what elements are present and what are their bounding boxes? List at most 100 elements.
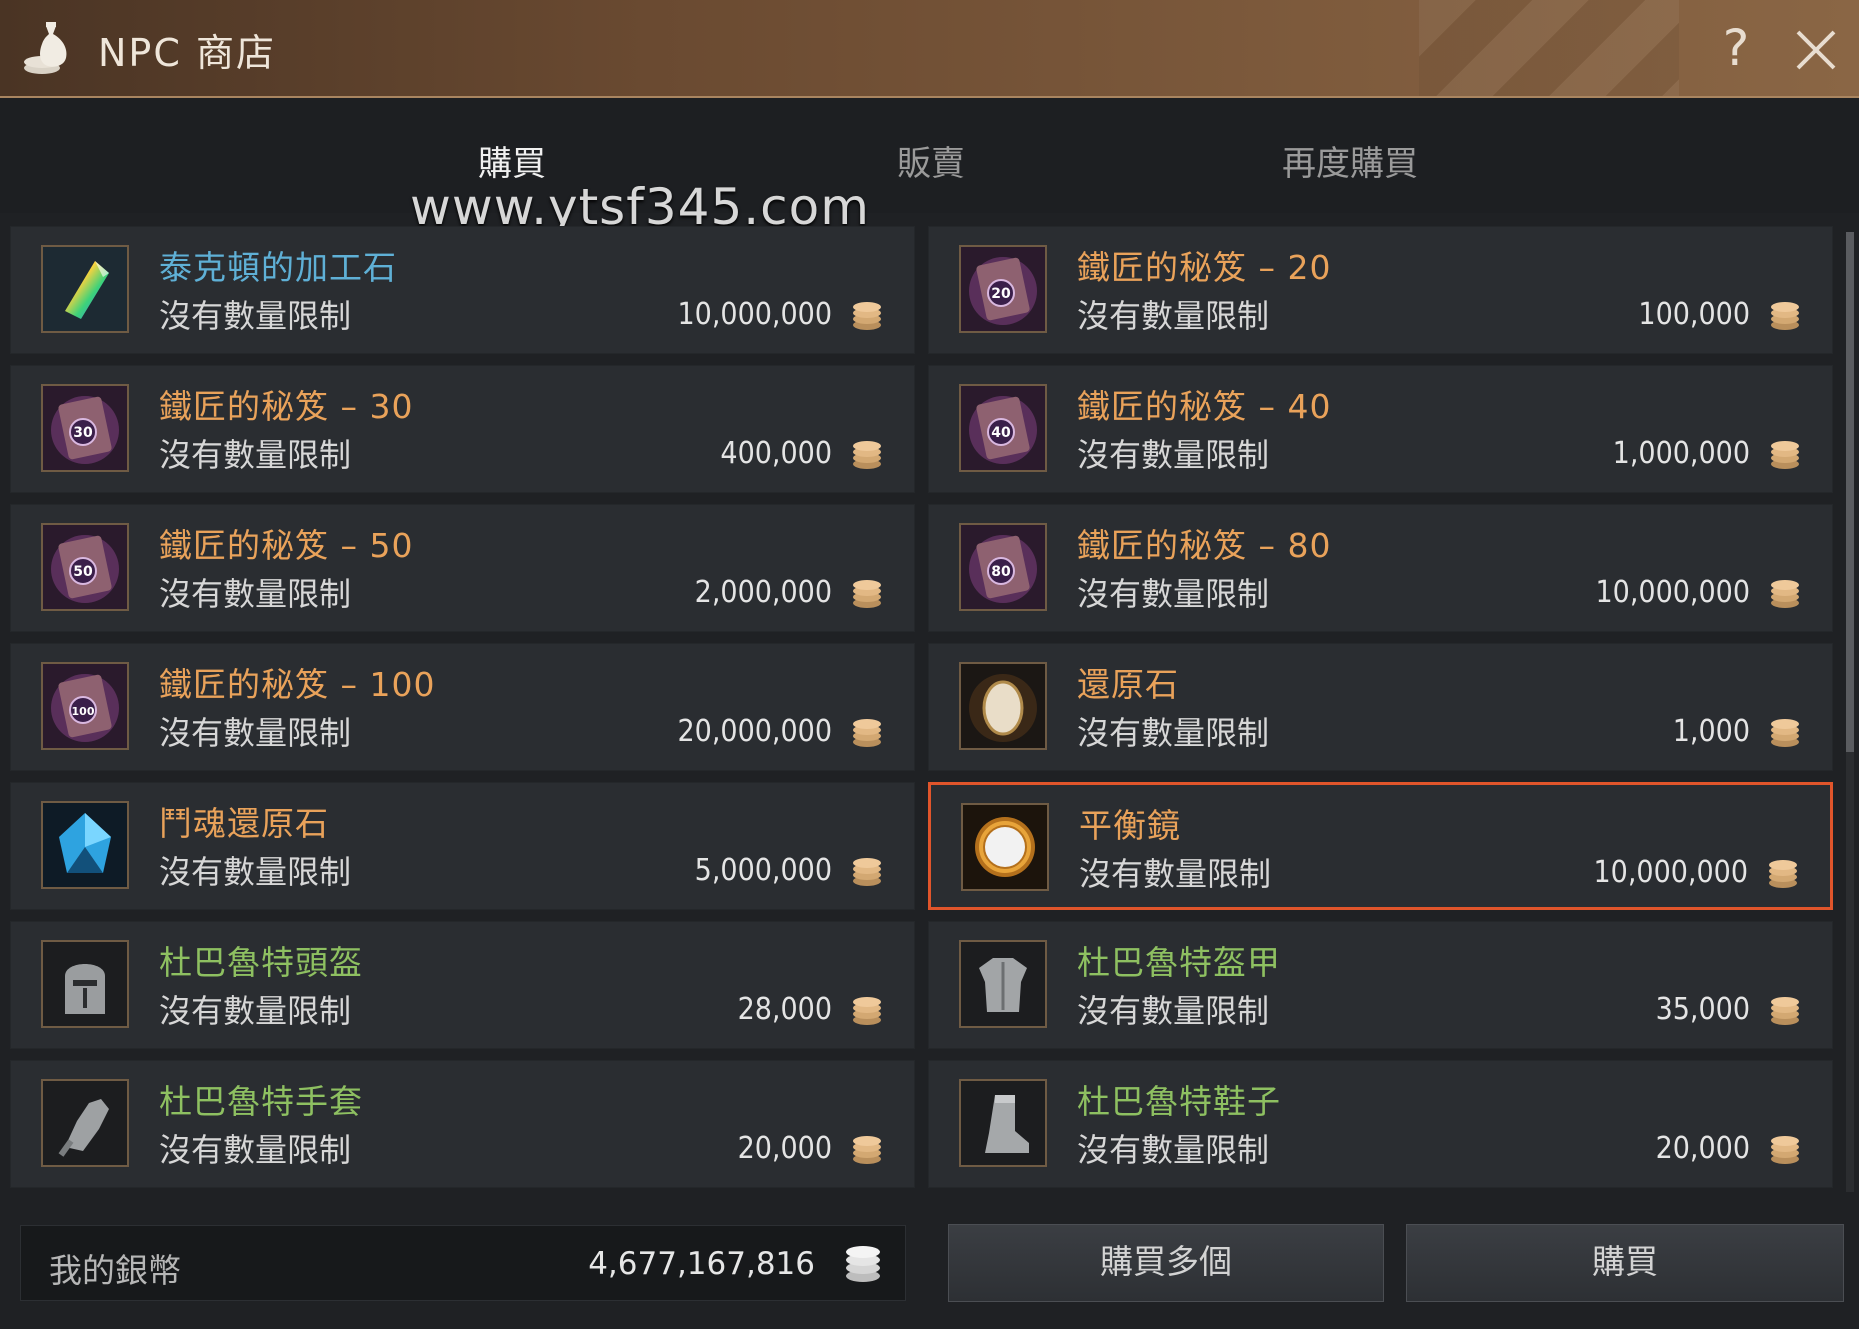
scrollbar-thumb[interactable] — [1846, 232, 1854, 752]
coin-stack-icon — [853, 858, 881, 886]
shop-item[interactable]: 杜巴魯特盔甲 沒有數量限制 35,000 — [928, 921, 1833, 1049]
item-price: 1,000 — [1672, 714, 1750, 749]
svg-text:50: 50 — [73, 564, 93, 580]
tab-rebuy[interactable]: 再度購買 — [1220, 136, 1480, 185]
shop-item[interactable]: 杜巴魯特手套 沒有數量限制 20,000 — [10, 1060, 915, 1188]
item-price: 1,000,000 — [1612, 436, 1750, 471]
item-name: 鐵匠的秘笈 – 50 — [159, 526, 414, 565]
item-price: 2,000,000 — [694, 575, 832, 610]
shop-item[interactable]: 還原石沒有數量限制 1,000 — [928, 643, 1833, 771]
item-price: 400,000 — [720, 436, 832, 471]
mirror-icon — [961, 803, 1049, 891]
item-quantity-limit: 沒有數量限制 — [1077, 436, 1270, 474]
buy-button[interactable]: 購買 — [1406, 1224, 1844, 1302]
item-quantity-limit: 沒有數量限制 — [159, 853, 352, 891]
coin-stack-icon — [853, 719, 881, 747]
shop-item[interactable]: 40 鐵匠的秘笈 – 40 沒有數量限制 1,000,000 — [928, 365, 1833, 493]
shop-item[interactable]: 80 鐵匠的秘笈 – 80 沒有數量限制 10,000,000 — [928, 504, 1833, 632]
armor-icon — [959, 940, 1047, 1028]
svg-text:100: 100 — [72, 705, 95, 718]
book-icon: 50 — [41, 523, 129, 611]
scrollbar[interactable] — [1846, 232, 1854, 1192]
item-price: 20,000 — [737, 1131, 832, 1166]
coin-stack-icon — [1771, 997, 1799, 1025]
item-quantity-limit: 沒有數量限制 — [159, 297, 352, 335]
item-price: 10,000,000 — [1593, 855, 1748, 890]
item-name: 杜巴魯特頭盔 — [159, 943, 363, 982]
coin-stack-icon — [1771, 302, 1799, 330]
wallet-panel: 我的銀幣 4,677,167,816 — [20, 1225, 906, 1301]
buy-multiple-button[interactable]: 購買多個 — [948, 1224, 1384, 1302]
shop-item[interactable]: 平衡鏡沒有數量限制 10,000,000 — [928, 782, 1833, 910]
help-button[interactable]: ? — [1708, 18, 1764, 78]
item-price: 5,000,000 — [694, 853, 832, 888]
shop-item[interactable]: 鬥魂還原石沒有數量限制 5,000,000 — [10, 782, 915, 910]
wallet-label: 我的銀幣 — [49, 1251, 181, 1290]
item-quantity-limit: 沒有數量限制 — [1077, 1131, 1270, 1169]
item-name: 鐵匠的秘笈 – 20 — [1077, 248, 1332, 287]
shop-item[interactable]: 20 鐵匠的秘笈 – 20 沒有數量限制 100,000 — [928, 226, 1833, 354]
item-price: 20,000 — [1655, 1131, 1750, 1166]
item-price: 10,000,000 — [677, 297, 832, 332]
item-name: 還原石 — [1077, 665, 1179, 704]
item-name: 杜巴魯特鞋子 — [1077, 1082, 1281, 1121]
item-price: 35,000 — [1655, 992, 1750, 1027]
item-grid: 泰克頓的加工石 沒有數量限制 10,000,000 20 鐵匠的秘笈 – 20 沒有數量限… — [10, 226, 1840, 1196]
book-icon: 80 — [959, 523, 1047, 611]
svg-text:40: 40 — [991, 425, 1011, 441]
coin-stack-icon — [1771, 719, 1799, 747]
item-quantity-limit: 沒有數量限制 — [1077, 714, 1270, 752]
item-name: 鐵匠的秘笈 – 30 — [159, 387, 414, 426]
item-quantity-limit: 沒有數量限制 — [159, 714, 352, 752]
shop-item[interactable]: 杜巴魯特頭盔 沒有數量限制 28,000 — [10, 921, 915, 1049]
close-icon — [1796, 30, 1836, 70]
coin-stack-icon — [1771, 580, 1799, 608]
item-quantity-limit: 沒有數量限制 — [1079, 855, 1272, 893]
item-name: 杜巴魯特盔甲 — [1077, 943, 1281, 982]
item-name: 鐵匠的秘笈 – 80 — [1077, 526, 1332, 565]
item-name: 泰克頓的加工石 — [159, 248, 397, 287]
shop-item[interactable]: 泰克頓的加工石 沒有數量限制 10,000,000 — [10, 226, 915, 354]
svg-text:80: 80 — [991, 564, 1011, 580]
shop-item[interactable]: 30 鐵匠的秘笈 – 30 沒有數量限制 400,000 — [10, 365, 915, 493]
wallet-amount: 4,677,167,816 — [588, 1246, 815, 1282]
restoration-stone-icon — [959, 662, 1047, 750]
book-icon: 100 — [41, 662, 129, 750]
item-quantity-limit: 沒有數量限制 — [1077, 297, 1270, 335]
item-name: 平衡鏡 — [1079, 806, 1181, 845]
close-button[interactable] — [1788, 18, 1844, 78]
blue-crystal-icon — [41, 801, 129, 889]
coin-stack-icon — [1769, 860, 1797, 888]
coin-stack-icon — [853, 441, 881, 469]
item-price: 100,000 — [1638, 297, 1750, 332]
coin-stack-icon — [1771, 1136, 1799, 1164]
title-bar[interactable]: NPC 商店 ? — [0, 0, 1859, 98]
helmet-icon — [41, 940, 129, 1028]
shop-item[interactable]: 50 鐵匠的秘笈 – 50 沒有數量限制 2,000,000 — [10, 504, 915, 632]
book-icon: 20 — [959, 245, 1047, 333]
coin-stack-icon — [853, 1136, 881, 1164]
book-icon: 30 — [41, 384, 129, 472]
coin-stack-icon — [1771, 441, 1799, 469]
book-icon: 40 — [959, 384, 1047, 472]
item-name: 鬥魂還原石 — [159, 804, 329, 843]
coin-stack-icon — [853, 302, 881, 330]
title-decoration — [1419, 0, 1679, 96]
item-name: 鐵匠的秘笈 – 40 — [1077, 387, 1332, 426]
svg-text:20: 20 — [991, 286, 1011, 302]
silver-coin-stack-icon — [846, 1246, 880, 1282]
window-title: NPC 商店 — [98, 31, 276, 75]
item-price: 20,000,000 — [677, 714, 832, 749]
item-price: 10,000,000 — [1595, 575, 1750, 610]
coin-stack-icon — [853, 997, 881, 1025]
svg-text:30: 30 — [73, 425, 93, 441]
npc-shop-window: NPC 商店 ? 購買 販賣 再度購買 www.ytsf345.com 泰克頓的… — [0, 0, 1859, 1329]
rainbow-gem-icon — [41, 245, 129, 333]
item-name: 鐵匠的秘笈 – 100 — [159, 665, 436, 704]
shop-item[interactable]: 100 鐵匠的秘笈 – 100 沒有數量限制 20,000,000 — [10, 643, 915, 771]
item-quantity-limit: 沒有數量限制 — [1077, 992, 1270, 1030]
shop-item[interactable]: 杜巴魯特鞋子 沒有數量限制 20,000 — [928, 1060, 1833, 1188]
item-name: 杜巴魯特手套 — [159, 1082, 363, 1121]
item-quantity-limit: 沒有數量限制 — [159, 992, 352, 1030]
item-price: 28,000 — [737, 992, 832, 1027]
